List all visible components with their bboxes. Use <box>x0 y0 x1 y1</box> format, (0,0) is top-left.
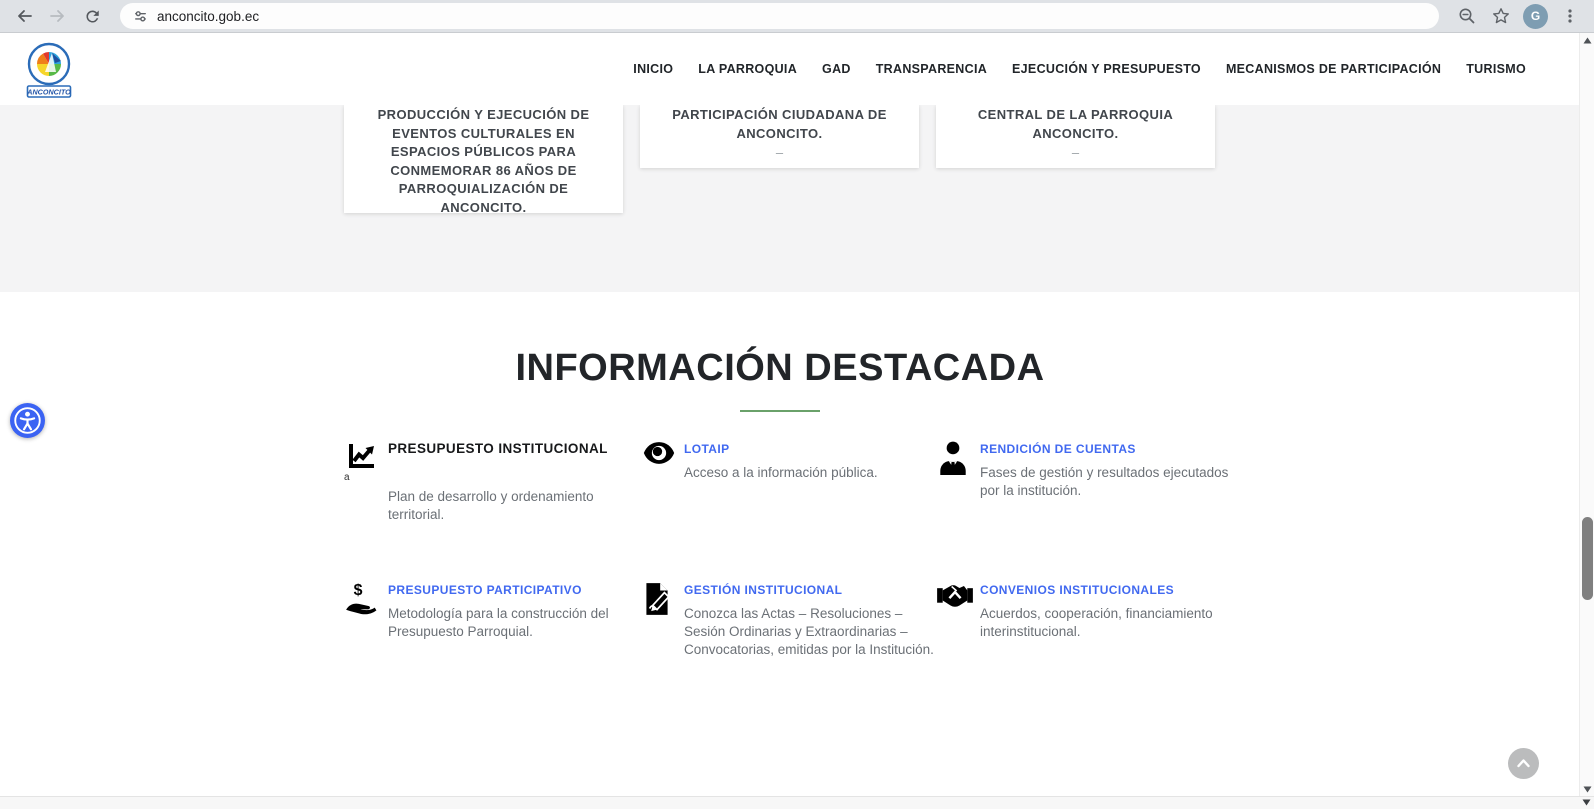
feature-description: Conozca las Actas – Resoluciones – Sesió… <box>684 605 934 659</box>
feature-title-link[interactable]: CONVENIOS INSTITUCIONALES <box>980 583 1174 597</box>
feature-gestion-institucional: GESTIÓN INSTITUCIONAL Conozca las Actas … <box>640 581 936 659</box>
feature-title-link[interactable]: LOTAIP <box>684 442 730 456</box>
logo-text: ANCONCITO <box>26 87 71 96</box>
news-card[interactable]: CENTRAL DE LA PARROQUIA ANCONCITO. – <box>936 105 1215 168</box>
page-content: ANCONCITO INICIO LA PARROQUIA GAD TRANSP… <box>0 33 1579 796</box>
scrollbar-thumb[interactable] <box>1582 517 1593 600</box>
feature-presupuesto-institucional: a PRESUPUESTO INSTITUCIONAL Plan de desa… <box>344 440 640 524</box>
feature-description: Plan de desarrollo y ordenamiento territ… <box>388 488 638 524</box>
chevron-up-icon <box>1508 748 1539 779</box>
news-card[interactable]: PRODUCCIÓN Y EJECUCIÓN DE EVENTOS CULTUR… <box>344 105 623 213</box>
nav-item-mecanismos-de-participacion[interactable]: MECANISMOS DE PARTICIPACIÓN <box>1226 62 1441 76</box>
site-header: ANCONCITO INICIO LA PARROQUIA GAD TRANSP… <box>0 33 1579 105</box>
url-text: anconcito.gob.ec <box>157 9 259 24</box>
feature-title-link[interactable]: GESTIÓN INSTITUCIONAL <box>684 583 842 597</box>
browser-menu-button[interactable] <box>1558 4 1582 28</box>
news-card-title: PARTICIPACIÓN CIUDADANA DE ANCONCITO. <box>652 106 907 143</box>
nav-item-transparencia[interactable]: TRANSPARENCIA <box>876 62 987 76</box>
site-settings-icon <box>132 8 149 25</box>
feature-title-link[interactable]: RENDICIÓN DE CUENTAS <box>980 442 1136 456</box>
zoom-out-icon <box>1458 7 1476 25</box>
scrollbar-corner-button[interactable] <box>1579 796 1593 809</box>
scrollbar-down-button[interactable] <box>1580 782 1594 796</box>
nav-item-turismo[interactable]: TURISMO <box>1466 62 1526 76</box>
bookmark-button[interactable] <box>1489 4 1513 28</box>
feature-title-link[interactable]: PRESUPUESTO INSTITUCIONAL <box>388 441 608 456</box>
address-bar[interactable]: anconcito.gob.ec <box>120 3 1439 29</box>
feature-description: Metodología para la construcción del Pre… <box>388 605 638 641</box>
feature-description: Acceso a la información pública. <box>684 464 934 482</box>
scrollbar-up-button[interactable] <box>1580 33 1594 47</box>
zoom-button[interactable] <box>1455 4 1479 28</box>
news-card-title: PRODUCCIÓN Y EJECUCIÓN DE EVENTOS CULTUR… <box>356 106 611 213</box>
feature-rendicion-de-cuentas: RENDICIÓN DE CUENTAS Fases de gestión y … <box>936 440 1232 524</box>
feature-convenios-institucionales: CONVENIOS INSTITUCIONALES Acuerdos, coop… <box>936 581 1232 659</box>
nav-item-inicio[interactable]: INICIO <box>633 62 673 76</box>
handshake-icon[interactable] <box>936 581 980 659</box>
main-navigation: INICIO LA PARROQUIA GAD TRANSPARENCIA EJ… <box>633 62 1526 76</box>
section-title: INFORMACIÓN DESTACADA <box>0 344 1560 392</box>
feature-presupuesto-participativo: $ PRESUPUESTO PARTICIPATIVO Metodología … <box>344 581 640 659</box>
nav-item-ejecucion-y-presupuesto[interactable]: EJECUCIÓN Y PRESUPUESTO <box>1012 62 1201 76</box>
section-divider <box>740 410 820 412</box>
back-arrow-icon <box>15 7 33 25</box>
kebab-menu-icon <box>1561 7 1579 25</box>
nav-item-gad[interactable]: GAD <box>822 62 851 76</box>
star-icon <box>1492 7 1510 25</box>
feature-title-link[interactable]: PRESUPUESTO PARTICIPATIVO <box>388 583 582 597</box>
news-card-meta: – <box>948 145 1203 160</box>
line-chart-icon[interactable]: a <box>344 440 388 524</box>
news-card-title: CENTRAL DE LA PARROQUIA ANCONCITO. <box>948 106 1203 143</box>
hand-dollar-icon[interactable]: $ <box>344 581 388 659</box>
nav-item-la-parroquia[interactable]: LA PARROQUIA <box>698 62 797 76</box>
accessibility-icon <box>11 404 44 437</box>
feature-lotaip: LOTAIP Acceso a la información pública. <box>640 440 936 524</box>
reload-icon <box>84 8 101 25</box>
reload-button[interactable] <box>80 4 104 28</box>
accessibility-button[interactable] <box>10 403 45 438</box>
news-card-meta: – <box>652 145 907 160</box>
page-viewport: ANCONCITO INICIO LA PARROQUIA GAD TRANSP… <box>0 33 1594 809</box>
svg-text:$: $ <box>354 582 363 599</box>
person-suit-icon[interactable] <box>936 440 980 524</box>
site-logo[interactable]: ANCONCITO <box>25 39 73 99</box>
anconcito-logo-icon: ANCONCITO <box>25 39 73 99</box>
featured-section: INFORMACIÓN DESTACADA a PRESUPUESTO IN <box>0 292 1560 659</box>
profile-avatar[interactable]: G <box>1523 4 1548 29</box>
horizontal-scrollbar[interactable] <box>0 796 1594 809</box>
triangle-down-icon <box>1583 786 1592 793</box>
feature-description: Fases de gestión y resultados ejecutados… <box>980 464 1230 500</box>
forward-arrow-icon <box>49 7 67 25</box>
feature-grid: a PRESUPUESTO INSTITUCIONAL Plan de desa… <box>344 440 1244 659</box>
forward-button[interactable] <box>46 4 70 28</box>
news-cards-section: PRODUCCIÓN Y EJECUCIÓN DE EVENTOS CULTUR… <box>0 105 1579 292</box>
browser-toolbar: anconcito.gob.ec G <box>0 0 1594 33</box>
triangle-up-icon <box>1583 37 1592 44</box>
feature-description: Acuerdos, cooperación, financiamiento in… <box>980 605 1230 641</box>
news-card[interactable]: PARTICIPACIÓN CIUDADANA DE ANCONCITO. – <box>640 105 919 168</box>
back-button[interactable] <box>12 4 36 28</box>
eye-icon[interactable] <box>640 440 684 524</box>
document-pencil-icon[interactable] <box>640 581 684 659</box>
vertical-scrollbar[interactable] <box>1579 33 1594 796</box>
icon-caption: a <box>344 473 388 483</box>
triangle-down-icon <box>1582 799 1591 806</box>
scroll-to-top-button[interactable] <box>1508 748 1539 779</box>
